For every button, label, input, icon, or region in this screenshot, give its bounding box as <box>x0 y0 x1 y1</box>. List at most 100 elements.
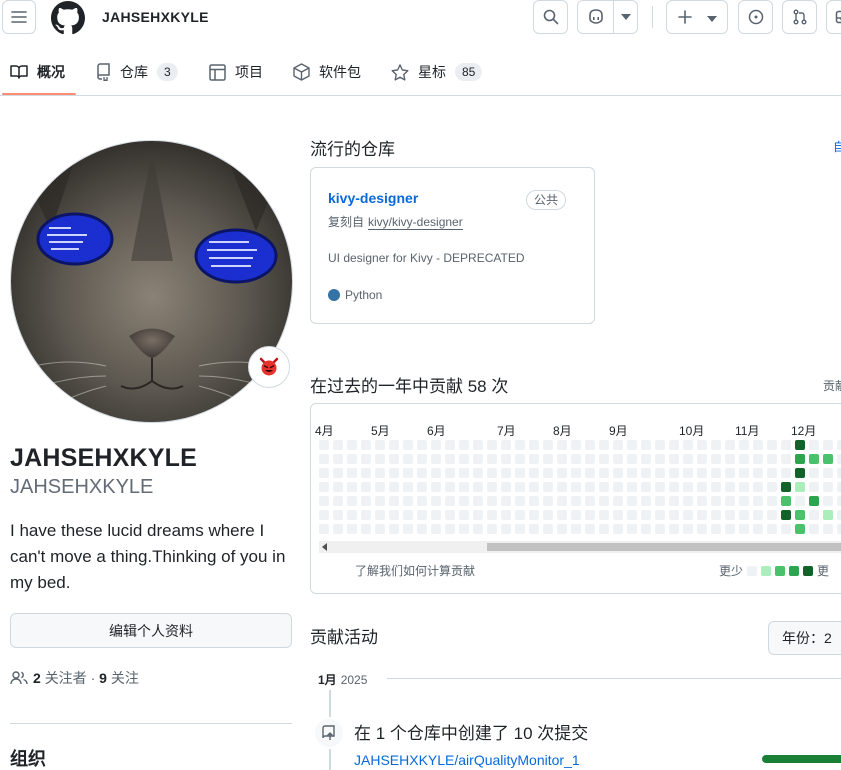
edit-profile-button[interactable]: 编辑个人资料 <box>10 613 292 648</box>
contribution-day-cell[interactable] <box>697 496 707 506</box>
contribution-day-cell[interactable] <box>627 468 637 478</box>
contribution-day-cell[interactable] <box>389 468 399 478</box>
contribution-day-cell[interactable] <box>599 454 609 464</box>
contribution-day-cell[interactable] <box>361 496 371 506</box>
contribution-day-cell[interactable] <box>711 482 721 492</box>
contribution-day-cell[interactable] <box>459 440 469 450</box>
contribution-day-cell[interactable] <box>431 496 441 506</box>
contribution-day-cell[interactable] <box>529 454 539 464</box>
contribution-day-cell[interactable] <box>837 468 841 478</box>
contribution-day-cell[interactable] <box>697 510 707 520</box>
contribution-day-cell[interactable] <box>473 482 483 492</box>
contribution-day-cell[interactable] <box>725 440 735 450</box>
contribution-day-cell[interactable] <box>781 482 791 492</box>
contribution-day-cell[interactable] <box>781 440 791 450</box>
contribution-day-cell[interactable] <box>711 510 721 520</box>
contribution-day-cell[interactable] <box>557 510 567 520</box>
contribution-day-cell[interactable] <box>361 510 371 520</box>
contribution-day-cell[interactable] <box>669 440 679 450</box>
contribution-day-cell[interactable] <box>809 496 819 506</box>
contribution-day-cell[interactable] <box>613 468 623 478</box>
contribution-day-cell[interactable] <box>347 496 357 506</box>
contribution-day-cell[interactable] <box>655 496 665 506</box>
menu-button[interactable] <box>2 0 36 34</box>
contribution-day-cell[interactable] <box>669 524 679 534</box>
followers-count[interactable]: 2 <box>33 670 41 686</box>
followers-label[interactable]: 关注者 <box>45 668 87 688</box>
contribution-day-cell[interactable] <box>515 524 525 534</box>
contribution-day-cell[interactable] <box>739 468 749 478</box>
contribution-day-cell[interactable] <box>725 468 735 478</box>
contribution-day-cell[interactable] <box>837 454 841 464</box>
contribution-settings-button[interactable]: 贡献 <box>823 377 841 394</box>
contribution-day-cell[interactable] <box>753 454 763 464</box>
contribution-day-cell[interactable] <box>543 440 553 450</box>
contribution-day-cell[interactable] <box>739 482 749 492</box>
contribution-day-cell[interactable] <box>431 524 441 534</box>
contribution-day-cell[interactable] <box>669 496 679 506</box>
contribution-day-cell[interactable] <box>473 524 483 534</box>
contribution-day-cell[interactable] <box>445 468 455 478</box>
contribution-day-cell[interactable] <box>641 510 651 520</box>
contribution-day-cell[interactable] <box>697 482 707 492</box>
contribution-day-cell[interactable] <box>319 524 329 534</box>
contribution-day-cell[interactable] <box>543 524 553 534</box>
contribution-day-cell[interactable] <box>823 524 833 534</box>
contribution-day-cell[interactable] <box>809 440 819 450</box>
contribution-day-cell[interactable] <box>431 440 441 450</box>
contribution-day-cell[interactable] <box>319 468 329 478</box>
contribution-day-cell[interactable] <box>711 496 721 506</box>
contribution-day-cell[interactable] <box>515 454 525 464</box>
contribution-day-cell[interactable] <box>347 440 357 450</box>
contribution-day-cell[interactable] <box>571 482 581 492</box>
contribution-day-cell[interactable] <box>697 454 707 464</box>
contribution-day-cell[interactable] <box>473 440 483 450</box>
contribution-day-cell[interactable] <box>585 440 595 450</box>
contribution-day-cell[interactable] <box>767 468 777 478</box>
learn-contributions-link[interactable]: 了解我们如何计算贡献 <box>355 562 475 579</box>
contribution-day-cell[interactable] <box>795 482 805 492</box>
contribution-day-cell[interactable] <box>571 454 581 464</box>
contribution-day-cell[interactable] <box>571 468 581 478</box>
contribution-day-cell[interactable] <box>347 468 357 478</box>
contribution-day-cell[interactable] <box>837 496 841 506</box>
contribution-day-cell[interactable] <box>543 482 553 492</box>
contribution-day-cell[interactable] <box>655 482 665 492</box>
contribution-day-cell[interactable] <box>599 524 609 534</box>
avatar[interactable] <box>10 140 293 423</box>
contribution-day-cell[interactable] <box>599 510 609 520</box>
contribution-day-cell[interactable] <box>641 482 651 492</box>
contribution-day-cell[interactable] <box>501 524 511 534</box>
contribution-day-cell[interactable] <box>753 496 763 506</box>
contribution-day-cell[interactable] <box>641 468 651 478</box>
contribution-day-cell[interactable] <box>375 482 385 492</box>
contribution-day-cell[interactable] <box>557 524 567 534</box>
contribution-day-cell[interactable] <box>795 468 805 478</box>
contribution-day-cell[interactable] <box>515 440 525 450</box>
contribution-day-cell[interactable] <box>613 482 623 492</box>
contribution-day-cell[interactable] <box>823 468 833 478</box>
contribution-day-cell[interactable] <box>823 482 833 492</box>
contribution-day-cell[interactable] <box>389 496 399 506</box>
repo-name-link[interactable]: kivy-designer <box>328 190 418 206</box>
contribution-day-cell[interactable] <box>319 454 329 464</box>
contribution-day-cell[interactable] <box>767 440 777 450</box>
contribution-day-cell[interactable] <box>711 524 721 534</box>
contribution-day-cell[interactable] <box>375 440 385 450</box>
contribution-day-cell[interactable] <box>501 440 511 450</box>
contribution-day-cell[interactable] <box>403 496 413 506</box>
contribution-day-cell[interactable] <box>501 482 511 492</box>
contribution-day-cell[interactable] <box>823 454 833 464</box>
following-count[interactable]: 9 <box>99 670 107 686</box>
tab-repositories[interactable]: 仓库 3 <box>95 60 178 84</box>
contribution-day-cell[interactable] <box>487 468 497 478</box>
contribution-day-cell[interactable] <box>445 440 455 450</box>
contribution-day-cell[interactable] <box>403 482 413 492</box>
contribution-day-cell[interactable] <box>431 510 441 520</box>
contribution-day-cell[interactable] <box>473 454 483 464</box>
contribution-day-cell[interactable] <box>375 524 385 534</box>
search-button[interactable] <box>533 0 568 34</box>
contribution-day-cell[interactable] <box>389 510 399 520</box>
contribution-day-cell[interactable] <box>641 454 651 464</box>
year-select-button[interactable]: 年份：2 <box>768 621 841 655</box>
